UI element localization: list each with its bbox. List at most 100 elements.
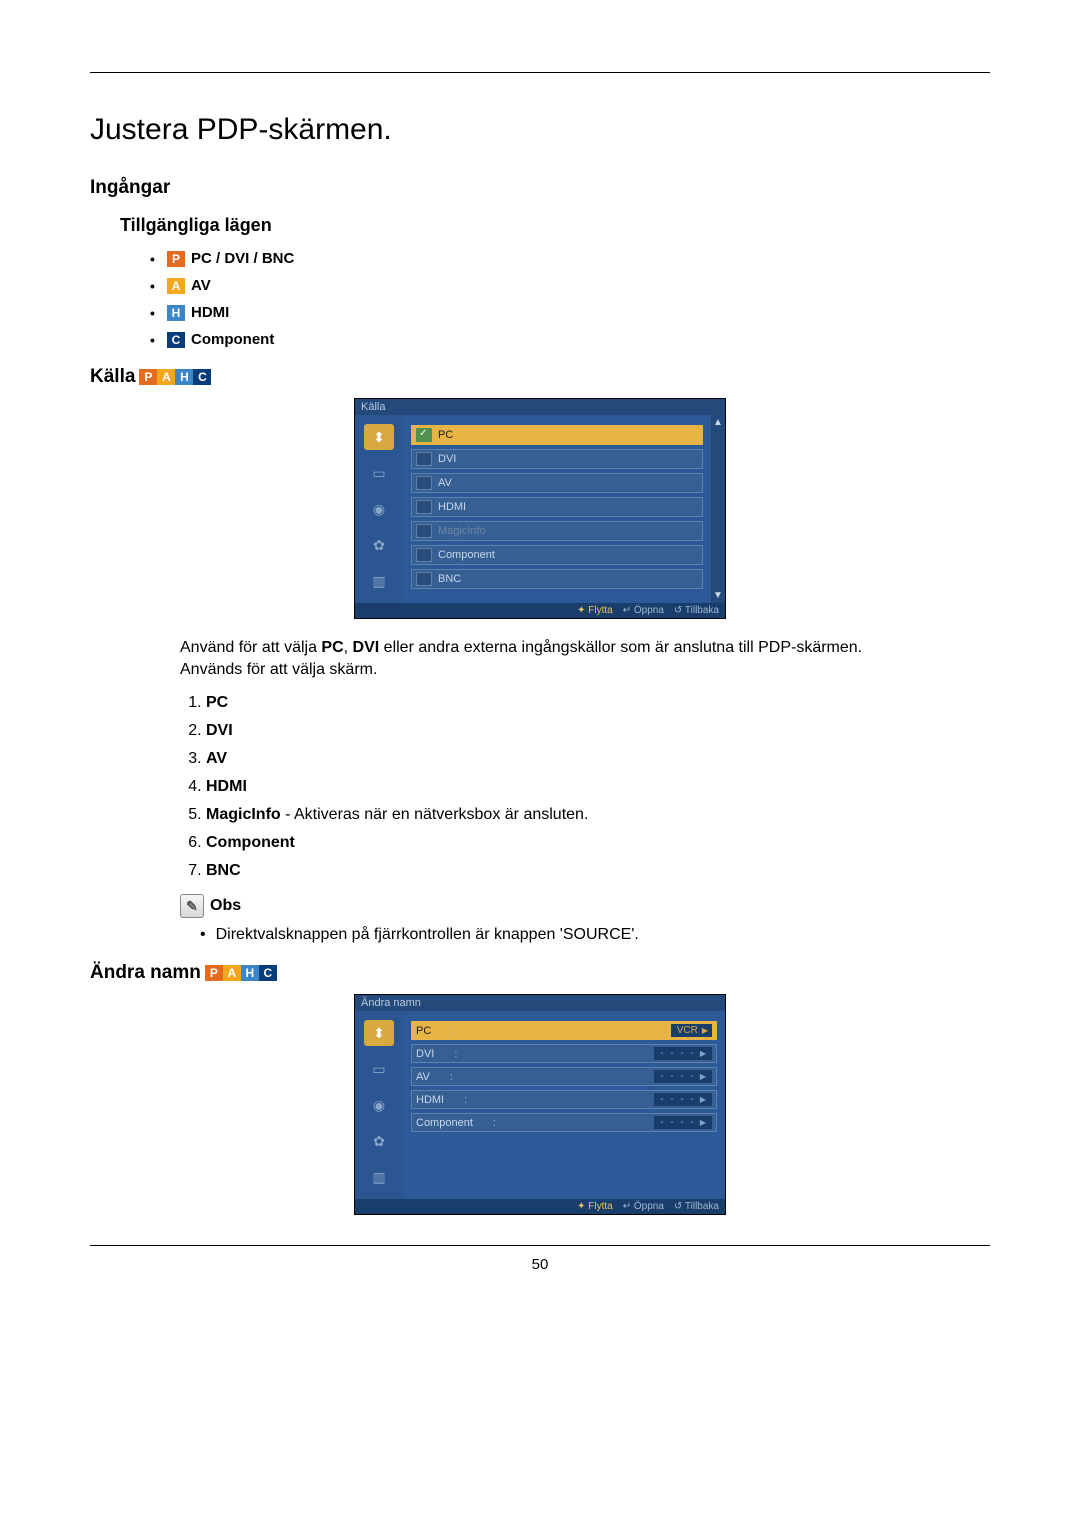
osd-side-multi-icon[interactable]: ▥: [364, 568, 394, 594]
osd-side-input-icon[interactable]: ⬍: [364, 1020, 394, 1046]
osd-source: Källa ⬍ ▭ ◉ ✿ ▥ PC DVI AV HDMI MagicInfo…: [354, 398, 726, 619]
badges-pahc: P A H C: [139, 369, 211, 385]
row-value: - - - -▶: [654, 1047, 712, 1060]
note-icon: ✎: [180, 894, 204, 918]
rename-heading: Ändra namn: [90, 962, 201, 984]
osd-body: ⬍ ▭ ◉ ✿ ▥ PC DVI AV HDMI MagicInfo Compo…: [355, 415, 725, 603]
source-list: PC DVI AV HDMI MagicInfo - Aktiveras när…: [90, 694, 990, 880]
osd-row-hdmi[interactable]: HDMI: [411, 497, 703, 517]
foot-back: ↺ Tillbaka: [674, 1201, 719, 1212]
osd-body: ⬍ ▭ ◉ ✿ ▥ PC: VCR▶ DVI: - - - -▶: [355, 1011, 725, 1199]
osd-row-av[interactable]: AV: - - - -▶: [411, 1067, 717, 1086]
osd-side-setup-icon[interactable]: ✿: [364, 1128, 394, 1154]
badges-pahc: P A H C: [205, 965, 277, 981]
a-icon: A: [167, 278, 185, 294]
bottom-rule: [90, 1245, 990, 1246]
osd-side-sound-icon[interactable]: ◉: [364, 496, 394, 522]
source-description: Använd för att välja PC, DVI eller andra…: [180, 637, 900, 680]
chevron-right-icon: ▶: [700, 1095, 708, 1104]
osd-rename-wrap: Ändra namn ⬍ ▭ ◉ ✿ ▥ PC: VCR▶ DVI:: [90, 994, 990, 1215]
osd-rename: Ändra namn ⬍ ▭ ◉ ✿ ▥ PC: VCR▶ DVI:: [354, 994, 726, 1215]
chevron-right-icon: ▶: [702, 1026, 708, 1035]
osd-footer: ✦ Flytta ↵ Öppna ↺ Tillbaka: [355, 1199, 725, 1214]
osd-main: PC DVI AV HDMI MagicInfo Component BNC: [403, 415, 711, 603]
osd-row-bnc[interactable]: BNC: [411, 569, 703, 589]
mode-item-pc: • P PC / DVI / BNC: [150, 250, 990, 267]
a-icon: A: [157, 369, 175, 385]
osd-row-hdmi[interactable]: HDMI: - - - -▶: [411, 1090, 717, 1109]
osd-row-pc[interactable]: PC: VCR▶: [411, 1021, 717, 1040]
mode-label: PC / DVI / BNC: [191, 250, 294, 267]
chevron-right-icon: ▶: [700, 1072, 708, 1081]
bullet-dot: •: [150, 305, 155, 321]
mode-item-hdmi: • H HDMI: [150, 304, 990, 321]
row-pre-icon: [416, 500, 432, 514]
osd-row-dvi[interactable]: DVI: [411, 449, 703, 469]
osd-side-picture-icon[interactable]: ▭: [364, 1056, 394, 1082]
osd-sidebar: ⬍ ▭ ◉ ✿ ▥: [355, 1011, 403, 1199]
row-value: - - - -▶: [654, 1070, 712, 1083]
mode-item-component: • C Component: [150, 331, 990, 348]
mode-label: Component: [191, 331, 274, 348]
row-pre-icon: [416, 452, 432, 466]
scroll-up-icon[interactable]: ▲: [713, 417, 723, 428]
foot-move: ✦ Flytta: [577, 605, 613, 616]
row-value: VCR▶: [671, 1024, 712, 1037]
source-heading: Källa: [90, 366, 135, 388]
source-item-pc: PC: [206, 694, 990, 712]
osd-side-sound-icon[interactable]: ◉: [364, 1092, 394, 1118]
page: Justera PDP-skärmen. Ingångar Tillgängli…: [0, 0, 1080, 1313]
p-icon: P: [205, 965, 223, 981]
bullet-dot: •: [150, 332, 155, 348]
source-item-dvi: DVI: [206, 722, 990, 740]
osd-scrollbar[interactable]: ▲ ▼: [711, 415, 725, 603]
osd-footer: ✦ Flytta ↵ Öppna ↺ Tillbaka: [355, 603, 725, 618]
mode-label: AV: [191, 277, 211, 294]
osd-row-magicinfo[interactable]: MagicInfo: [411, 521, 703, 541]
foot-open: ↵ Öppna: [623, 1201, 664, 1212]
osd-row-pc[interactable]: PC: [411, 425, 703, 445]
source-item-bnc: BNC: [206, 862, 990, 880]
row-pre-icon: [416, 572, 432, 586]
chevron-right-icon: ▶: [700, 1049, 708, 1058]
osd-source-wrap: Källa ⬍ ▭ ◉ ✿ ▥ PC DVI AV HDMI MagicInfo…: [90, 398, 990, 619]
modes-list: • P PC / DVI / BNC • A AV • H HDMI • C C…: [150, 250, 990, 348]
row-pre-icon: [416, 548, 432, 562]
row-value: - - - -▶: [654, 1116, 712, 1129]
osd-side-multi-icon[interactable]: ▥: [364, 1164, 394, 1190]
source-item-magicinfo: MagicInfo - Aktiveras när en nätverksbox…: [206, 806, 990, 824]
obs-note: •Direktvalsknappen på fjärrkontrollen är…: [200, 926, 900, 944]
p-icon: P: [139, 369, 157, 385]
page-title: Justera PDP-skärmen.: [90, 113, 990, 147]
source-item-component: Component: [206, 834, 990, 852]
available-modes-heading: Tillgängliga lägen: [120, 215, 990, 236]
osd-row-av[interactable]: AV: [411, 473, 703, 493]
page-number: 50: [90, 1256, 990, 1273]
mode-item-av: • A AV: [150, 277, 990, 294]
rename-heading-row: Ändra namn P A H C: [90, 962, 990, 984]
bullet-dot: •: [200, 926, 206, 943]
h-icon: H: [241, 965, 259, 981]
osd-row-component[interactable]: Component: - - - -▶: [411, 1113, 717, 1132]
chevron-right-icon: ▶: [700, 1118, 708, 1127]
osd-row-component[interactable]: Component: [411, 545, 703, 565]
c-icon: C: [259, 965, 277, 981]
osd-title: Ändra namn: [355, 995, 725, 1011]
foot-open: ↵ Öppna: [623, 605, 664, 616]
section-inputs: Ingångar: [90, 177, 990, 199]
a-icon: A: [223, 965, 241, 981]
osd-side-picture-icon[interactable]: ▭: [364, 460, 394, 486]
source-heading-row: Källa P A H C: [90, 366, 990, 388]
row-pre-icon: [416, 524, 432, 538]
scroll-down-icon[interactable]: ▼: [713, 590, 723, 601]
osd-side-setup-icon[interactable]: ✿: [364, 532, 394, 558]
p-icon: P: [167, 251, 185, 267]
osd-side-input-icon[interactable]: ⬍: [364, 424, 394, 450]
bullet-dot: •: [150, 278, 155, 294]
osd-row-dvi[interactable]: DVI: - - - -▶: [411, 1044, 717, 1063]
source-item-hdmi: HDMI: [206, 778, 990, 796]
foot-move: ✦ Flytta: [577, 1201, 613, 1212]
row-pre-icon: [416, 476, 432, 490]
c-icon: C: [167, 332, 185, 348]
bullet-dot: •: [150, 251, 155, 267]
